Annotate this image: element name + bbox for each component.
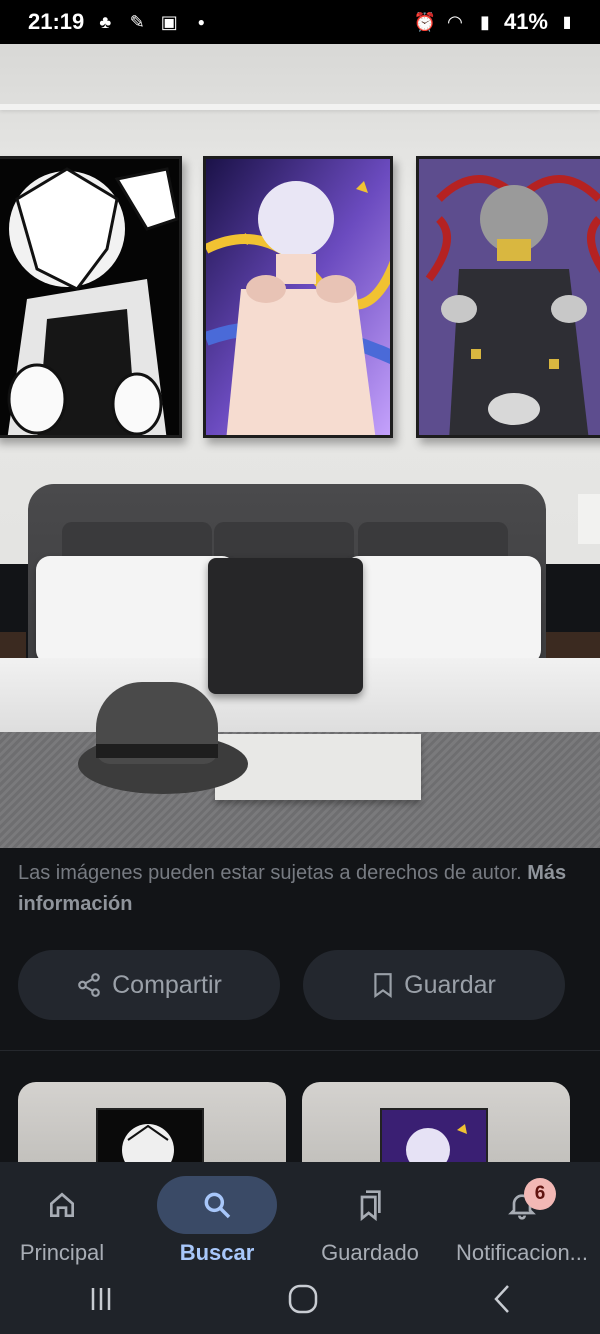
- share-icon: [76, 972, 102, 998]
- home-icon: [2, 1176, 122, 1234]
- notification-badge: 6: [524, 1178, 556, 1210]
- signal-icon: ▮: [480, 11, 490, 32]
- nav-guardado-label: Guardado: [321, 1240, 419, 1265]
- recents-button[interactable]: [86, 1284, 116, 1322]
- divider: [0, 1050, 600, 1051]
- image-icon: ▣: [160, 11, 178, 32]
- share-label: Compartir: [112, 970, 222, 999]
- poster-right: [416, 156, 600, 438]
- save-label: Guardar: [404, 970, 496, 999]
- bookmark-icon: [372, 972, 394, 998]
- pillow-white-left: [36, 556, 236, 664]
- bottom-nav: Principal Buscar Guardado 6 Notificacion…: [0, 1162, 600, 1272]
- wifi-icon: ◠: [448, 11, 462, 32]
- related-result-2[interactable]: [302, 1082, 570, 1166]
- status-time: 21:19: [28, 9, 85, 34]
- save-button[interactable]: Guardar: [303, 950, 565, 1020]
- wall-ledge: [0, 104, 600, 110]
- dot-icon: ●: [197, 15, 205, 29]
- poster-left: [0, 156, 182, 438]
- bookmarks-icon: [310, 1176, 430, 1234]
- nav-notificaciones[interactable]: 6 Notificacion...: [446, 1162, 598, 1272]
- related-thumb-2-poster: [380, 1108, 488, 1166]
- hat-band: [96, 744, 218, 758]
- copyright-text: Las imágenes pueden estar sujetas a dere…: [18, 862, 522, 884]
- nav-principal[interactable]: Principal: [2, 1162, 122, 1272]
- nav-principal-label: Principal: [19, 1240, 105, 1265]
- poster-middle: [203, 156, 393, 438]
- battery-icon: ▮: [562, 14, 572, 31]
- carrot-icon: ✎: [129, 11, 145, 32]
- nav-buscar[interactable]: Buscar: [156, 1162, 278, 1272]
- back-button[interactable]: [490, 1283, 514, 1323]
- nav-notificaciones-label: Notificacion...: [455, 1240, 589, 1265]
- pillow-black-cushion: [208, 558, 363, 694]
- system-nav-bar: [0, 1272, 600, 1334]
- search-icon: [157, 1176, 277, 1234]
- copyright-notice: Las imágenes pueden estar sujetas a dere…: [18, 858, 578, 920]
- result-image[interactable]: [0, 44, 600, 848]
- related-result-1[interactable]: [18, 1082, 286, 1166]
- bell-icon: 6: [446, 1176, 598, 1234]
- lamp: [578, 494, 600, 544]
- pillow-white-right: [345, 556, 541, 664]
- related-thumb-1-poster: [96, 1108, 204, 1166]
- palm-tree-icon: ♣: [99, 11, 112, 32]
- status-bar: 21:19 ♣ ✎ ▣ ● ⏰ ◠ ▮ 41% ▮: [0, 0, 600, 44]
- battery-level: 41%: [503, 9, 548, 34]
- home-button[interactable]: [287, 1283, 319, 1323]
- nav-guardado[interactable]: Guardado: [310, 1162, 430, 1272]
- alarm-icon: ⏰: [413, 11, 437, 32]
- nav-buscar-label: Buscar: [179, 1240, 255, 1265]
- share-button[interactable]: Compartir: [18, 950, 280, 1020]
